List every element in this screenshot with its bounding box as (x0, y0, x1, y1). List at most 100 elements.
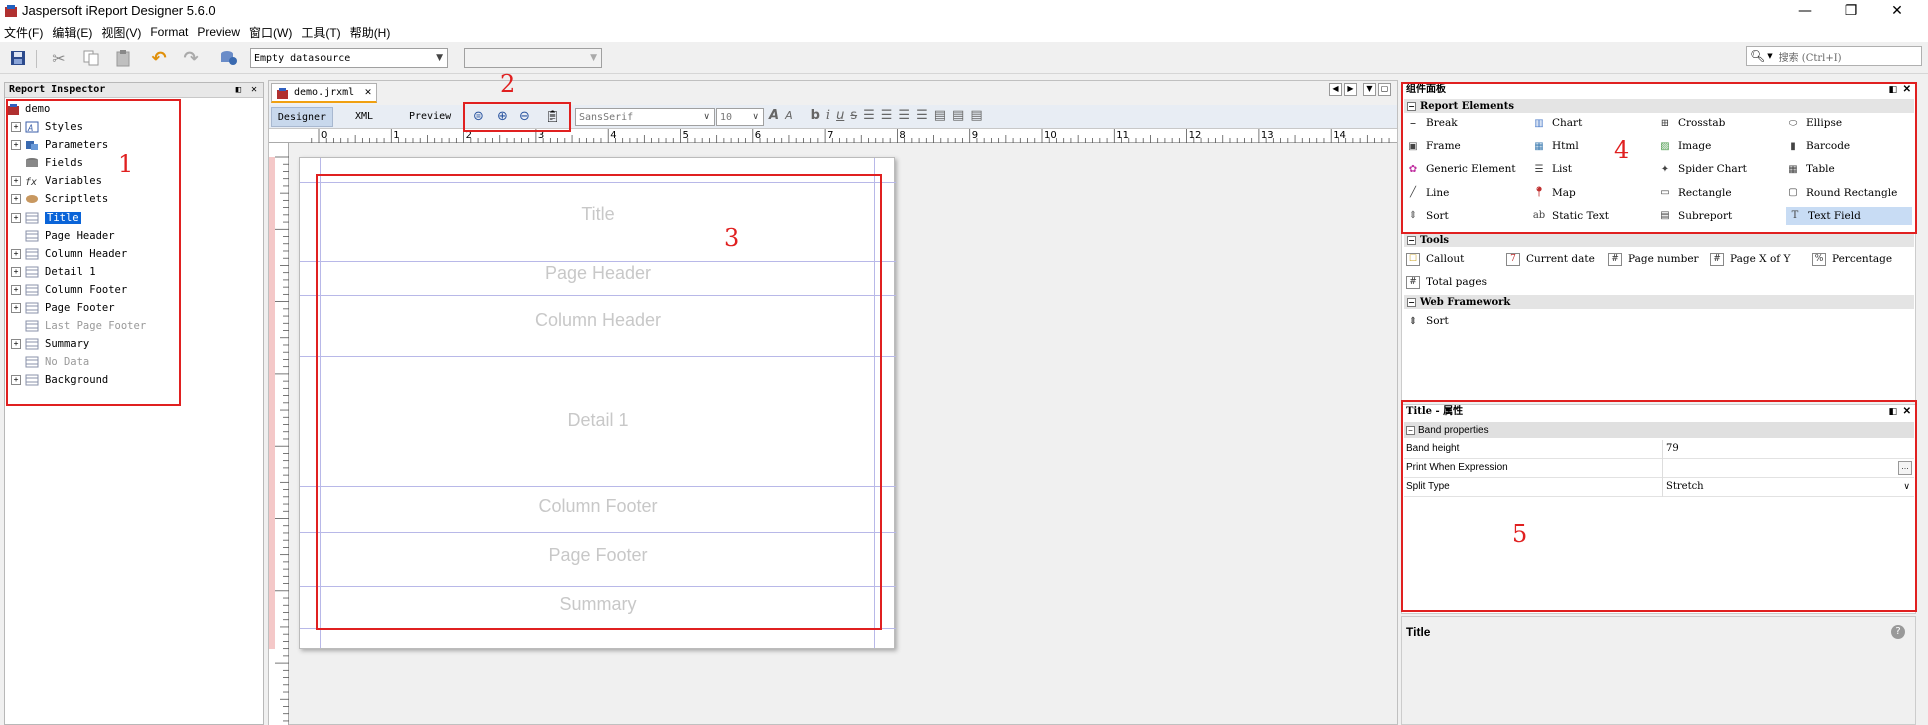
maximize-icon[interactable]: ▢ (1378, 83, 1391, 96)
align-bottom-icon[interactable]: ▤ (970, 108, 982, 123)
menu-window[interactable]: 窗口(W) (249, 24, 292, 41)
palette-tool-total-pages[interactable]: # Total pages (1406, 273, 1487, 291)
tab-demo-jrxml[interactable]: demo.jrxml ✕ (271, 83, 377, 103)
close-panel-icon[interactable]: ✕ (251, 83, 257, 97)
tab-xml[interactable]: XML (355, 111, 373, 122)
page-number-icon: # (1608, 252, 1622, 266)
ruler-label: 4 (610, 130, 616, 141)
annotation-label-3: 3 (724, 224, 740, 252)
align-justify-icon[interactable]: ☰ (881, 108, 893, 123)
save-all-button[interactable] (8, 48, 30, 68)
title-bar: Jaspersoft iReport Designer 5.6.0 — ❐ ✕ (0, 0, 1928, 22)
datasource-value: Empty datasource (254, 52, 351, 64)
secondary-select[interactable]: ▼ (464, 48, 602, 68)
horizontal-ruler: 0 1 2 3 4 5 6 7 8 9 10 11 12 13 14 (269, 129, 1397, 143)
menu-edit[interactable]: 编辑(E) (52, 24, 92, 41)
collapse-icon: − (1407, 296, 1416, 307)
menu-preview[interactable]: Preview (197, 25, 240, 39)
callout-icon: ☐ (1406, 252, 1420, 266)
property-description: Title ? (1401, 616, 1916, 725)
undo-icon: ↶ (151, 47, 167, 69)
datasource-button[interactable] (218, 48, 240, 68)
annotation-label-4: 4 (1614, 136, 1630, 164)
chevron-down-icon: ▼ (590, 53, 597, 63)
chevron-right-icon[interactable]: ▶ (1344, 83, 1357, 96)
minimize-panel-icon[interactable]: ◧ (236, 83, 241, 97)
menu-help[interactable]: 帮助(H) (350, 24, 391, 41)
ruler-label: 14 (1333, 130, 1346, 141)
copy-button[interactable] (80, 48, 102, 68)
restore-button[interactable]: ❐ (1828, 0, 1874, 22)
menu-tools[interactable]: 工具(T) (301, 24, 340, 41)
tab-designer[interactable]: Designer (271, 107, 333, 127)
tab-list-icon[interactable]: ▼ (1363, 83, 1376, 96)
annotation-box-2 (463, 102, 571, 132)
redo-icon: ↷ (183, 47, 199, 69)
description-title: Title (1406, 625, 1431, 639)
ruler-label: 8 (899, 130, 905, 141)
menu-file[interactable]: 文件(F) (4, 24, 43, 41)
menu-format[interactable]: Format (150, 25, 188, 39)
window-title: Jaspersoft iReport Designer 5.6.0 (22, 3, 216, 18)
datasource-select[interactable]: Empty datasource ▼ (250, 48, 448, 68)
ruler-label: 12 (1189, 130, 1202, 141)
datasource-icon (221, 51, 237, 65)
font-shrink-icon[interactable]: A (785, 109, 793, 122)
paste-icon (116, 50, 130, 67)
bold-icon[interactable]: b (811, 108, 820, 123)
align-top-icon[interactable]: ▤ (934, 108, 946, 123)
annotation-box-3 (316, 174, 882, 630)
cut-icon: ✂ (52, 48, 66, 68)
paste-button[interactable] (112, 48, 134, 68)
current-date-icon: 7 (1506, 252, 1520, 266)
palette-tool-label: Percentage (1832, 253, 1893, 265)
minimize-button[interactable]: — (1782, 0, 1828, 22)
sort-icon: ⇕ (1408, 315, 1418, 327)
italic-icon[interactable]: i (826, 108, 830, 123)
font-grow-icon[interactable]: A (769, 108, 779, 123)
align-center-icon[interactable]: ☰ (898, 108, 910, 123)
close-tab-icon[interactable]: ✕ (364, 88, 372, 98)
menu-view[interactable]: 视图(V) (101, 24, 141, 41)
align-right-icon[interactable]: ☰ (916, 108, 928, 123)
ruler-label: 9 (972, 130, 978, 141)
palette-tool-current-date[interactable]: 7 Current date (1506, 250, 1595, 268)
palette-tool-callout[interactable]: ☐ Callout (1406, 250, 1464, 268)
annotation-label-5: 5 (1512, 520, 1528, 548)
chevron-left-icon[interactable]: ◀ (1329, 83, 1342, 96)
copy-icon (83, 50, 99, 66)
close-window-button[interactable]: ✕ (1874, 0, 1920, 22)
search-icon: 🔍︎ (1750, 49, 1766, 63)
section-web-framework[interactable]: − Web Framework (1404, 295, 1914, 309)
page-x-of-y-icon: # (1710, 252, 1724, 266)
palette-tool-page-number[interactable]: # Page number (1608, 250, 1699, 268)
search-input[interactable]: 🔍︎ ▼ 搜索 (Ctrl+I) (1746, 46, 1922, 66)
palette-item-web-sort[interactable]: ⇕ Sort (1406, 312, 1449, 330)
section-tools[interactable]: − Tools (1404, 233, 1914, 247)
annotation-label-1: 1 (118, 150, 134, 178)
total-pages-icon: # (1406, 275, 1420, 289)
report-inspector-title: Report Inspector (9, 84, 106, 95)
chevron-down-icon: ▼ (436, 53, 443, 63)
report-file-icon (277, 87, 288, 99)
help-icon[interactable]: ? (1891, 625, 1905, 639)
underline-icon[interactable]: u (836, 108, 844, 123)
tab-navigation: ◀ ▶ ▼ ▢ (1329, 83, 1391, 96)
percentage-icon: % (1812, 252, 1826, 266)
undo-button[interactable]: ↶ (148, 47, 170, 69)
palette-tool-page-x-of-y[interactable]: # Page X of Y (1710, 250, 1790, 268)
chevron-down-icon: ∨ (752, 112, 759, 122)
font-name-select[interactable]: SansSerif ∨ (575, 108, 715, 126)
cut-button[interactable]: ✂ (48, 48, 70, 68)
format-buttons: A A b i u s ☰ ☰ ☰ ☰ ▤ ▤ ▤ (769, 108, 983, 123)
strikethrough-icon[interactable]: s (850, 108, 857, 123)
ruler-label: 10 (1044, 130, 1057, 141)
font-size-select[interactable]: 10 ∨ (716, 108, 764, 126)
palette-tool-percentage[interactable]: % Percentage (1812, 250, 1892, 268)
align-middle-icon[interactable]: ▤ (952, 108, 964, 123)
annotation-label-2: 2 (500, 70, 516, 98)
align-left-icon[interactable]: ☰ (863, 108, 875, 123)
palette-tool-label: Current date (1526, 253, 1595, 265)
redo-button[interactable]: ↷ (180, 47, 202, 69)
tab-preview[interactable]: Preview (409, 111, 451, 122)
